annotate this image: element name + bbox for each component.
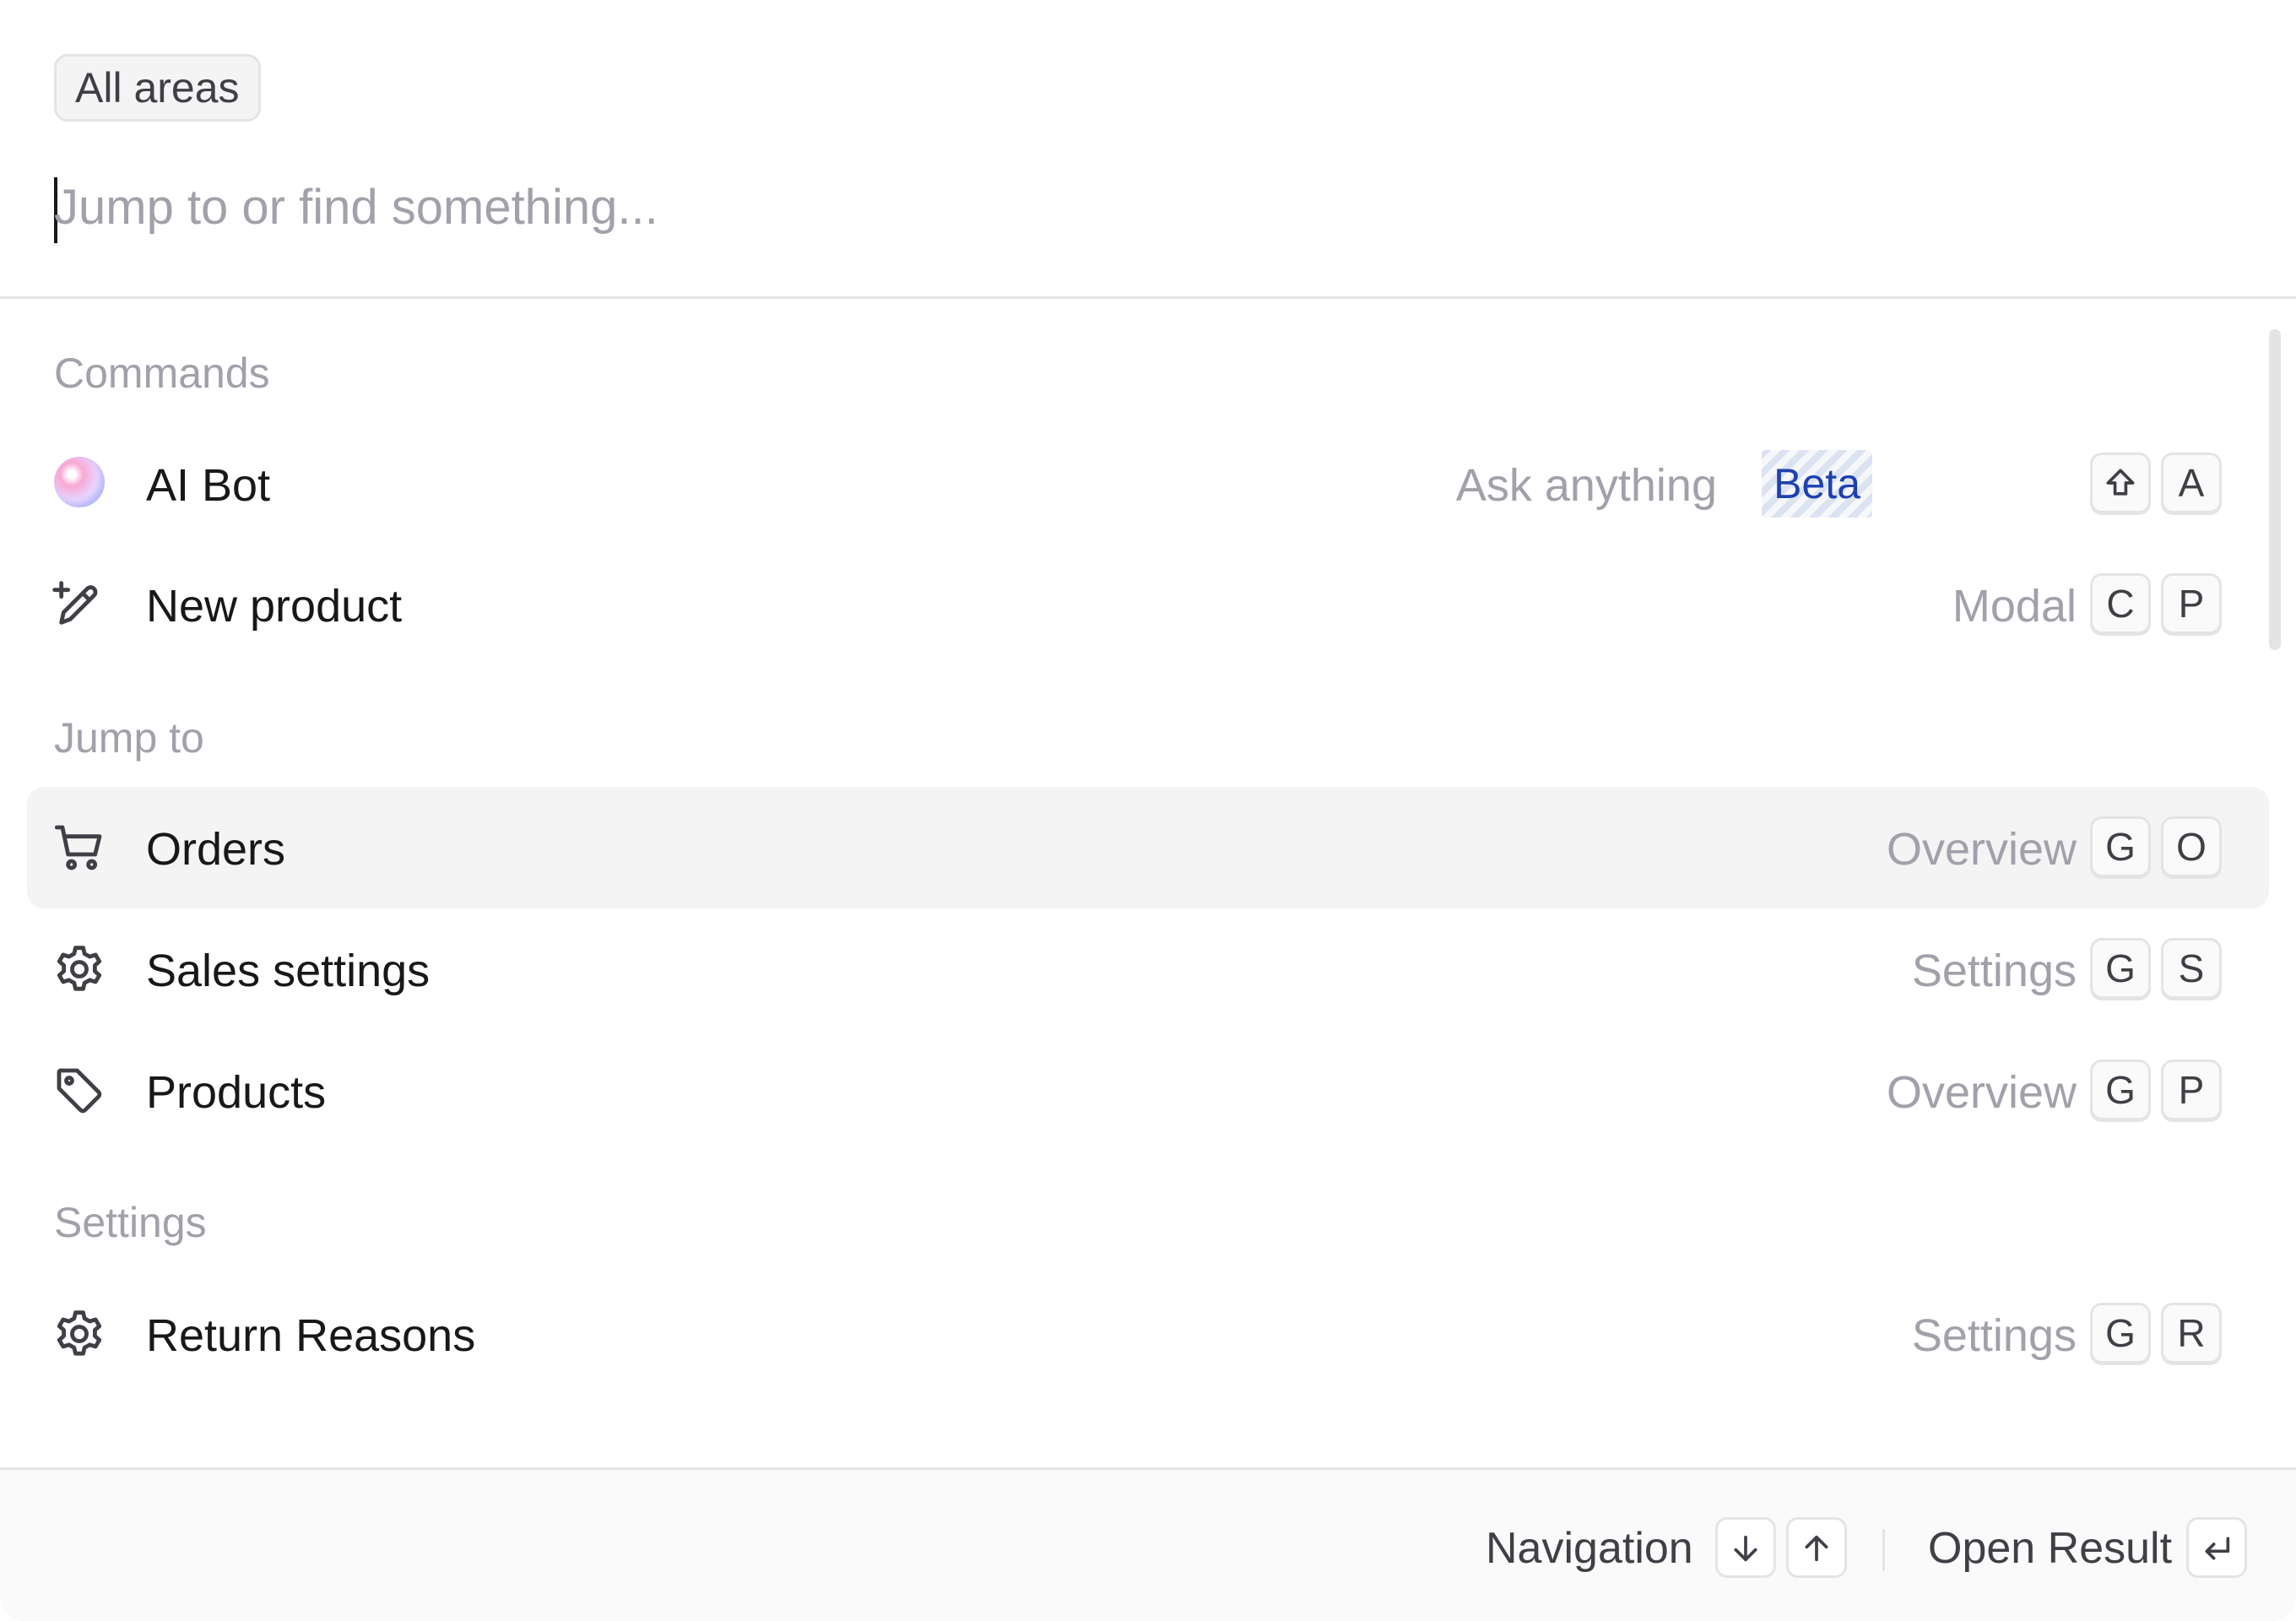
command-new-product[interactable]: New product Modal C P bbox=[27, 544, 2269, 665]
tag-icon bbox=[52, 1064, 106, 1118]
jump-sales-settings[interactable]: Sales settings Settings G S bbox=[27, 908, 2269, 1030]
palette-header: All areas bbox=[0, 0, 2296, 299]
item-label: Sales settings bbox=[146, 946, 430, 996]
item-label: Orders bbox=[146, 824, 286, 875]
section-title-jump-to: Jump to bbox=[54, 714, 204, 762]
item-meta: Settings bbox=[1911, 1310, 2077, 1361]
section-title-settings: Settings bbox=[54, 1199, 207, 1246]
open-result-hint-label: Open Result bbox=[1928, 1524, 2173, 1573]
footer-divider bbox=[1882, 1529, 1885, 1571]
gear-icon bbox=[52, 942, 106, 996]
all-areas-filter-chip[interactable]: All areas bbox=[54, 54, 261, 122]
key-o: O bbox=[2161, 816, 2222, 877]
arrow-up-icon bbox=[1786, 1517, 1847, 1578]
ai-orb-icon bbox=[54, 457, 105, 507]
key-c: C bbox=[2090, 573, 2151, 634]
beta-badge: Beta bbox=[1762, 450, 1872, 518]
navigation-hint-label: Navigation bbox=[1486, 1524, 1693, 1573]
item-meta: Overview bbox=[1886, 824, 2077, 875]
command-palette: All areas Commands AI Bot Ask anything B… bbox=[0, 0, 2296, 1621]
key-r: R bbox=[2161, 1303, 2222, 1363]
enter-key-icon bbox=[2186, 1517, 2247, 1578]
item-label: Products bbox=[146, 1067, 327, 1118]
search-input[interactable] bbox=[54, 169, 2232, 245]
key-g: G bbox=[2090, 1303, 2151, 1363]
arrow-down-icon bbox=[1715, 1517, 1776, 1578]
key-g: G bbox=[2090, 938, 2151, 999]
search-field-wrapper bbox=[54, 169, 2232, 245]
palette-footer: Navigation Open Result bbox=[0, 1467, 2296, 1621]
shift-key-icon bbox=[2090, 453, 2151, 513]
item-label: New product bbox=[146, 581, 403, 632]
command-ai-bot[interactable]: AI Bot Ask anything Beta A bbox=[27, 423, 2269, 545]
results-list: Commands AI Bot Ask anything Beta A New … bbox=[0, 301, 2296, 1466]
item-meta: Overview bbox=[1886, 1067, 2077, 1118]
shopping-cart-icon bbox=[52, 821, 106, 875]
key-s: S bbox=[2161, 938, 2222, 999]
item-meta: Modal bbox=[1952, 581, 2077, 632]
key-g: G bbox=[2090, 1060, 2151, 1120]
key-p: P bbox=[2161, 573, 2222, 634]
jump-orders[interactable]: Orders Overview G O bbox=[27, 787, 2269, 908]
pencil-plus-icon bbox=[52, 577, 106, 632]
section-title-commands: Commands bbox=[54, 350, 270, 397]
key-a: A bbox=[2161, 453, 2222, 513]
item-label: Return Reasons bbox=[146, 1310, 476, 1361]
jump-products[interactable]: Products Overview G P bbox=[27, 1030, 2269, 1152]
item-label: AI Bot bbox=[146, 460, 271, 511]
settings-return-reasons[interactable]: Return Reasons Settings G R bbox=[27, 1273, 2269, 1395]
item-meta: Settings bbox=[1911, 946, 2077, 996]
key-g: G bbox=[2090, 816, 2151, 877]
item-meta: Ask anything bbox=[1455, 460, 1717, 511]
results-scrollbar[interactable] bbox=[2269, 329, 2281, 650]
key-p: P bbox=[2161, 1060, 2222, 1120]
gear-icon bbox=[52, 1307, 106, 1361]
